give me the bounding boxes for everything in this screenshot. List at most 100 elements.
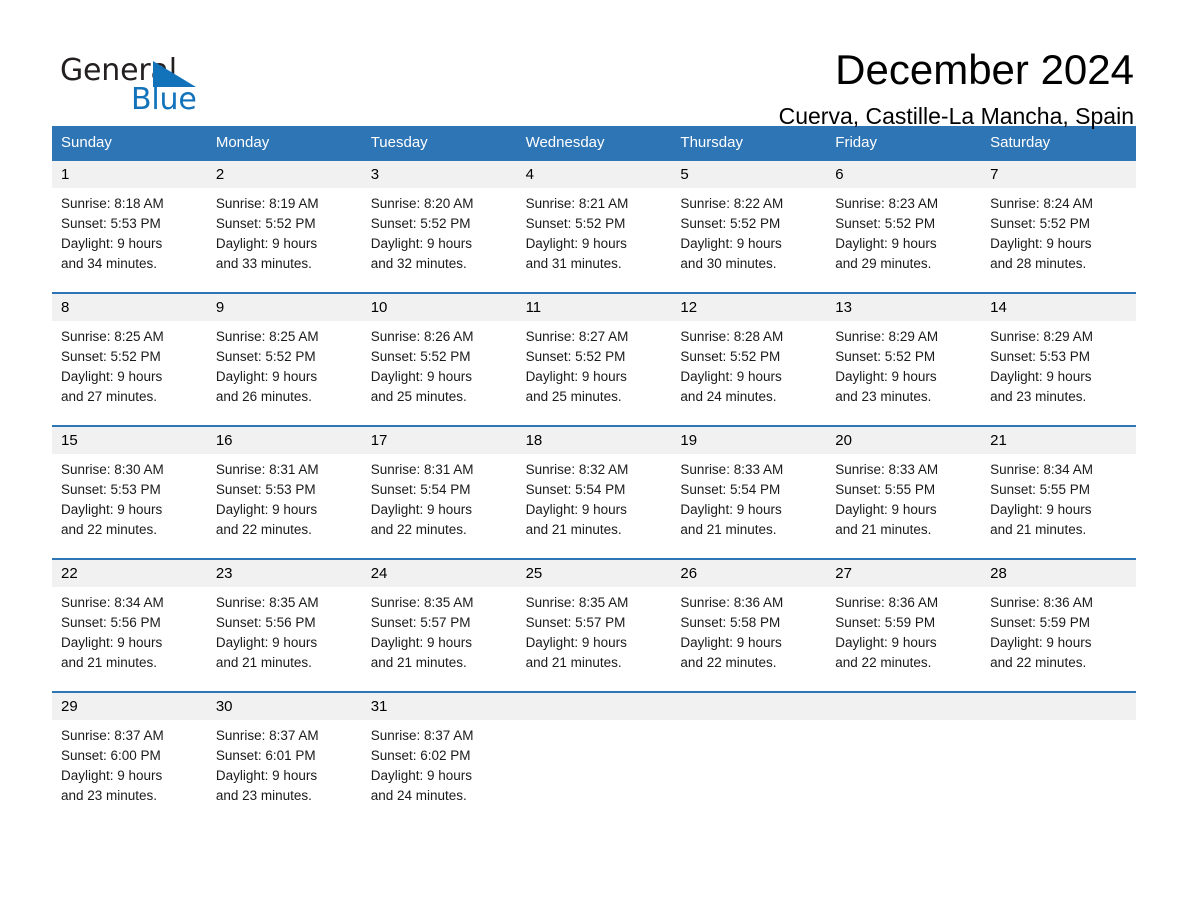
day-cell-empty: [671, 726, 826, 806]
daylight-text: Daylight: 9 hours: [990, 236, 1092, 251]
day-number: 2: [215, 166, 225, 183]
daylight-text: Daylight: 9 hours: [525, 635, 627, 650]
day-number: 21: [990, 432, 1007, 449]
week-detail-row: Sunrise: 8:34 AM Sunset: 5:56 PM Dayligh…: [52, 587, 1136, 691]
sunset-text: Sunset: 5:52 PM: [61, 349, 161, 364]
sunset-text: Sunset: 5:57 PM: [370, 615, 471, 630]
day-cell: Sunrise: 8:23 AM Sunset: 5:52 PM Dayligh…: [826, 194, 981, 274]
daylight-text: Daylight: 9 hours: [680, 369, 782, 384]
daylight-text: Daylight: 9 hours: [370, 635, 473, 650]
daylight-text: Daylight: 9 hours: [525, 502, 627, 517]
daylight-text-cont: and 22 minutes.: [61, 522, 158, 537]
weekday-header-thursday: Thursday: [680, 134, 743, 151]
sunrise-text: Sunrise: 8:37 AM: [215, 728, 319, 743]
sunrise-text: Sunrise: 8:20 AM: [370, 196, 474, 211]
sunrise-text: Sunrise: 8:36 AM: [835, 595, 939, 610]
sunset-text: Sunset: 5:57 PM: [525, 615, 626, 630]
day-cell: Sunrise: 8:36 AM Sunset: 5:59 PM Dayligh…: [981, 593, 1136, 673]
daylight-text-cont: and 26 minutes.: [215, 389, 312, 404]
sunrise-text: Sunrise: 8:27 AM: [525, 329, 629, 344]
day-number-empty: [671, 693, 826, 720]
sunrise-text: Sunrise: 8:19 AM: [215, 196, 319, 211]
weekday-header-sunday: Sunday: [61, 134, 112, 151]
daylight-text: Daylight: 9 hours: [215, 369, 318, 384]
week-daynumber-band: 15 16 17 18 19 20 21: [52, 427, 1136, 454]
sunset-text: Sunset: 5:59 PM: [835, 615, 936, 630]
sunrise-text: Sunrise: 8:26 AM: [370, 329, 474, 344]
day-cell: Sunrise: 8:31 AM Sunset: 5:54 PM Dayligh…: [362, 460, 517, 540]
daylight-text-cont: and 23 minutes.: [835, 389, 932, 404]
daylight-text-cont: and 29 minutes.: [835, 256, 932, 271]
sunset-text: Sunset: 5:54 PM: [525, 482, 626, 497]
daylight-text-cont: and 23 minutes.: [990, 389, 1087, 404]
sunset-text: Sunset: 5:52 PM: [680, 349, 781, 364]
daylight-text: Daylight: 9 hours: [370, 369, 473, 384]
daylight-text: Daylight: 9 hours: [990, 635, 1092, 650]
day-number: 10: [370, 299, 388, 316]
daylight-text-cont: and 21 minutes.: [370, 655, 467, 670]
sunset-text: Sunset: 5:52 PM: [835, 349, 936, 364]
sunset-text: Sunset: 5:53 PM: [61, 482, 161, 497]
day-cell: Sunrise: 8:36 AM Sunset: 5:58 PM Dayligh…: [671, 593, 826, 673]
page-title: December 2024: [835, 46, 1134, 93]
sunrise-text: Sunrise: 8:31 AM: [215, 462, 319, 477]
day-number: 6: [835, 166, 844, 183]
sunrise-text: Sunrise: 8:33 AM: [680, 462, 784, 477]
day-cell: Sunrise: 8:18 AM Sunset: 5:53 PM Dayligh…: [52, 194, 207, 274]
day-cell: Sunrise: 8:34 AM Sunset: 5:56 PM Dayligh…: [52, 593, 207, 673]
day-cell: Sunrise: 8:31 AM Sunset: 5:53 PM Dayligh…: [207, 460, 362, 540]
sunset-text: Sunset: 5:52 PM: [680, 216, 781, 231]
sunset-text: Sunset: 5:53 PM: [990, 349, 1090, 364]
day-cell: Sunrise: 8:27 AM Sunset: 5:52 PM Dayligh…: [517, 327, 672, 407]
day-number: 8: [61, 299, 70, 316]
week-detail-row: Sunrise: 8:37 AM Sunset: 6:00 PM Dayligh…: [52, 720, 1136, 824]
sunset-text: Sunset: 5:59 PM: [990, 615, 1090, 630]
daylight-text-cont: and 31 minutes.: [525, 256, 622, 271]
day-cell: Sunrise: 8:22 AM Sunset: 5:52 PM Dayligh…: [671, 194, 826, 274]
sunrise-text: Sunrise: 8:22 AM: [680, 196, 784, 211]
daylight-text: Daylight: 9 hours: [215, 635, 318, 650]
weekday-header-saturday: Saturday: [990, 134, 1051, 151]
sunrise-text: Sunrise: 8:29 AM: [990, 329, 1093, 344]
sunrise-text: Sunrise: 8:37 AM: [61, 728, 164, 743]
sunrise-text: Sunrise: 8:28 AM: [680, 329, 784, 344]
day-cell: Sunrise: 8:37 AM Sunset: 6:00 PM Dayligh…: [52, 726, 207, 806]
week-row: 29 30 31 Sunrise: 8:37 AM Sunset: 6:00 P…: [52, 691, 1136, 824]
daylight-text: Daylight: 9 hours: [680, 502, 782, 517]
day-number: 14: [990, 299, 1007, 316]
day-number-empty: [981, 693, 1136, 720]
week-row: 8 9 10 11 12 13 14 Sunrise: 8:25 AM Suns…: [52, 292, 1136, 425]
daylight-text: Daylight: 9 hours: [61, 635, 163, 650]
sunrise-text: Sunrise: 8:25 AM: [61, 329, 164, 344]
daylight-text-cont: and 21 minutes.: [990, 522, 1087, 537]
sunrise-text: Sunrise: 8:30 AM: [61, 462, 164, 477]
sunrise-text: Sunrise: 8:34 AM: [990, 462, 1093, 477]
day-number: 22: [61, 565, 78, 582]
day-number: 3: [370, 166, 380, 183]
day-cell: Sunrise: 8:35 AM Sunset: 5:56 PM Dayligh…: [207, 593, 362, 673]
day-number: 24: [370, 565, 388, 582]
day-cell: Sunrise: 8:33 AM Sunset: 5:55 PM Dayligh…: [826, 460, 981, 540]
daylight-text-cont: and 21 minutes.: [525, 522, 622, 537]
day-number-empty: [826, 693, 981, 720]
sunrise-text: Sunrise: 8:35 AM: [525, 595, 629, 610]
day-cell: Sunrise: 8:19 AM Sunset: 5:52 PM Dayligh…: [207, 194, 362, 274]
sunset-text: Sunset: 5:52 PM: [370, 349, 471, 364]
daylight-text: Daylight: 9 hours: [61, 502, 163, 517]
sunset-text: Sunset: 5:53 PM: [215, 482, 316, 497]
daylight-text-cont: and 21 minutes.: [835, 522, 932, 537]
day-number: 11: [525, 299, 542, 316]
daylight-text-cont: and 21 minutes.: [680, 522, 777, 537]
sunset-text: Sunset: 5:56 PM: [61, 615, 161, 630]
daylight-text-cont: and 22 minutes.: [835, 655, 932, 670]
daylight-text: Daylight: 9 hours: [370, 768, 473, 783]
day-number: 15: [61, 432, 78, 449]
day-number: 7: [990, 166, 999, 183]
day-cell: Sunrise: 8:34 AM Sunset: 5:55 PM Dayligh…: [981, 460, 1136, 540]
daylight-text-cont: and 22 minutes.: [990, 655, 1087, 670]
logo-word-blue: Blue: [131, 82, 197, 117]
weekday-header-monday: Monday: [215, 134, 270, 151]
week-daynumber-band: 22 23 24 25 26 27 28: [52, 560, 1136, 587]
daylight-text: Daylight: 9 hours: [525, 236, 627, 251]
day-number: 25: [525, 565, 543, 582]
